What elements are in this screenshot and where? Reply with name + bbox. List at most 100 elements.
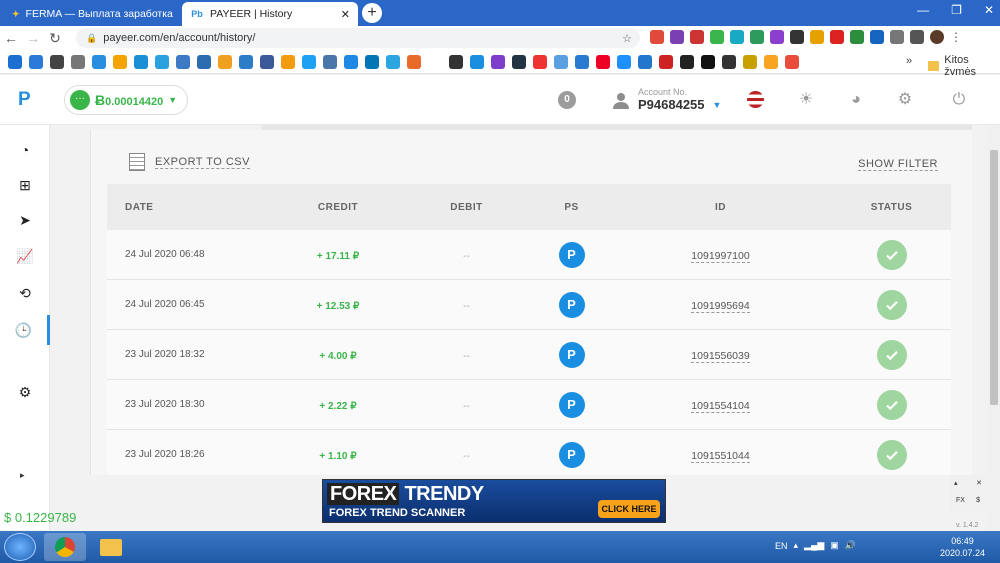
sidebar-item-deposit[interactable]: ⊞ [0, 170, 50, 200]
sidebar-item-send[interactable]: ➤ [0, 205, 50, 235]
volume-icon[interactable]: 🔊 [845, 540, 856, 551]
bookmark-icon[interactable] [743, 54, 757, 69]
reload-icon[interactable]: ↻ [44, 30, 66, 47]
account-selector[interactable]: Account No. P94684255 ▼ [612, 87, 721, 112]
fx-collapse-icon[interactable]: ▴ [954, 479, 958, 487]
close-tab-icon[interactable]: ✕ [341, 8, 350, 21]
page-scrollbar[interactable] [988, 125, 1000, 530]
bookmark-icon[interactable] [239, 54, 253, 69]
extension-icon[interactable] [650, 30, 664, 44]
bookmark-icon[interactable] [92, 54, 106, 69]
extension-icon[interactable] [770, 30, 784, 44]
bookmark-icon[interactable] [638, 54, 652, 69]
tab-ferma[interactable]: ✦ FERMA — Выплата заработка ✕ [4, 2, 180, 26]
tray-arrow-icon[interactable]: ▴ [794, 540, 799, 551]
row-transaction-id[interactable]: 1091551044 [691, 449, 750, 463]
bookmark-icon[interactable] [575, 54, 589, 69]
bookmark-icon[interactable] [50, 54, 64, 69]
bookmark-star-icon[interactable]: ☆ [622, 32, 632, 45]
extension-icon[interactable] [890, 30, 904, 44]
fx-close-icon[interactable]: ✕ [976, 479, 982, 487]
minimize-icon[interactable]: — [917, 3, 929, 17]
table-row[interactable]: 23 Jul 2020 18:32 + 4.00 ₽ -- P 10915560… [107, 330, 951, 380]
bookmark-icon[interactable] [617, 54, 631, 69]
row-transaction-id[interactable]: 1091995694 [691, 299, 750, 313]
row-transaction-id[interactable]: 1091997100 [691, 249, 750, 263]
ad-click-button[interactable]: CLICK HERE [598, 500, 660, 518]
table-row[interactable]: 23 Jul 2020 18:30 + 2.22 ₽ -- P 10915541… [107, 380, 951, 430]
bookmark-icon[interactable] [470, 54, 484, 69]
bookmark-icon[interactable] [701, 54, 715, 69]
scrollbar-thumb[interactable] [990, 150, 998, 405]
bookmark-icon[interactable] [512, 54, 526, 69]
extension-icon[interactable] [790, 30, 804, 44]
notifications-badge[interactable]: 0 [558, 91, 576, 109]
bookmark-icon[interactable] [113, 54, 127, 69]
extension-icon[interactable] [810, 30, 824, 44]
sidebar-item-dashboard[interactable]: ◔ [0, 135, 50, 165]
sidebar-item-history[interactable]: 🕒 [0, 315, 50, 345]
row-transaction-id[interactable]: 1091556039 [691, 349, 750, 363]
row-transaction-id[interactable]: 1091554104 [691, 399, 750, 413]
support-icon[interactable]: ◕ [847, 91, 865, 109]
table-row[interactable]: 24 Jul 2020 06:48 + 17.11 ₽ -- P 1091997… [107, 230, 951, 280]
avatar[interactable] [930, 30, 944, 44]
bookmark-icon[interactable] [386, 54, 400, 69]
extension-icon[interactable] [750, 30, 764, 44]
close-window-icon[interactable]: ✕ [984, 3, 994, 17]
forward-icon[interactable]: → [22, 30, 44, 46]
bookmark-icon[interactable] [218, 54, 232, 69]
bookmark-icon[interactable] [722, 54, 736, 69]
bookmark-icon[interactable] [764, 54, 778, 69]
url-input[interactable]: 🔒 payeer.com/en/account/history/ ☆ [76, 28, 640, 48]
us-flag-icon[interactable] [747, 91, 764, 108]
start-button[interactable] [4, 533, 36, 561]
bookmark-icon[interactable] [596, 54, 610, 69]
bookmark-icon[interactable] [407, 54, 421, 69]
extension-icon[interactable] [710, 30, 724, 44]
bookmark-icon[interactable] [8, 54, 22, 69]
sidebar-item-trading[interactable]: 📈 [0, 241, 50, 271]
extension-icon[interactable] [670, 30, 684, 44]
back-icon[interactable]: ← [0, 30, 22, 46]
bookmark-icon[interactable] [344, 54, 358, 69]
power-icon[interactable]: ⏻ [950, 91, 968, 109]
extension-icon[interactable] [850, 30, 864, 44]
bookmark-icon[interactable] [281, 54, 295, 69]
bookmark-icon[interactable] [659, 54, 673, 69]
bookmark-icon[interactable] [680, 54, 694, 69]
sidebar-item-settings[interactable]: ⚙ [0, 377, 50, 407]
sun-icon[interactable]: ☀ [797, 91, 815, 109]
explorer-taskbar-button[interactable] [90, 533, 132, 561]
bookmark-icon[interactable] [323, 54, 337, 69]
tray-app-icon[interactable]: ▣ [830, 540, 839, 551]
bookmark-icon[interactable] [29, 54, 43, 69]
table-row[interactable]: 24 Jul 2020 06:45 + 12.53 ₽ -- P 1091995… [107, 280, 951, 330]
bookmark-icon[interactable] [533, 54, 547, 69]
chrome-taskbar-button[interactable] [44, 533, 86, 561]
bookmark-icon[interactable] [155, 54, 169, 69]
menu-icon[interactable]: ⋮ [950, 30, 964, 44]
bookmarks-overflow-icon[interactable]: » [906, 55, 912, 67]
extension-icon[interactable] [690, 30, 704, 44]
taskbar-clock[interactable]: 06:49 2020.07.24 [940, 535, 985, 559]
table-row[interactable]: 23 Jul 2020 18:26 + 1.10 ₽ -- P 10915510… [107, 430, 951, 475]
export-csv-button[interactable]: EXPORT TO CSV [129, 153, 250, 171]
bookmark-icon[interactable] [71, 54, 85, 69]
bookmark-icon[interactable] [176, 54, 190, 69]
maximize-icon[interactable]: ❐ [951, 3, 962, 17]
extension-icon[interactable] [830, 30, 844, 44]
bookmark-icon[interactable] [554, 54, 568, 69]
bookmark-icon[interactable] [197, 54, 211, 69]
tab-payeer[interactable]: Pb PAYEER | History ✕ [182, 2, 358, 26]
bookmark-icon[interactable] [491, 54, 505, 69]
sidebar-item-exchange[interactable]: ⟲ [0, 278, 50, 308]
gear-icon[interactable]: ⚙ [896, 91, 914, 109]
bookmark-icon[interactable] [302, 54, 316, 69]
show-filter-button[interactable]: SHOW FILTER [858, 158, 938, 171]
extension-icon[interactable] [910, 30, 924, 44]
bookmark-icon[interactable] [428, 54, 442, 69]
extension-icon[interactable] [870, 30, 884, 44]
bookmark-icon[interactable] [260, 54, 274, 69]
balance-selector[interactable]: ··· Ƀ0.00014420 ▼ [64, 85, 189, 115]
